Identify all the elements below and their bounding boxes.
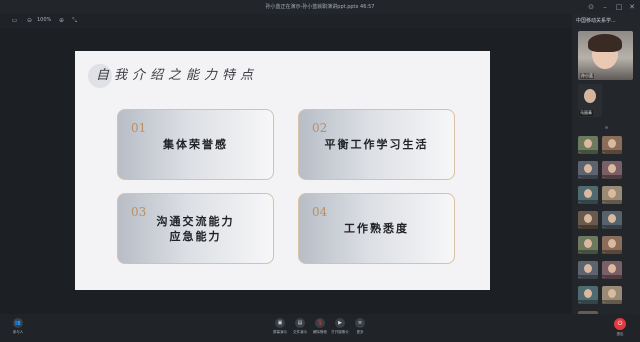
participants-button[interactable]: 👥 参与人 [8,318,28,340]
mic-button[interactable]: 🎙 解除静音 [310,318,330,340]
meeting-app: 孙小蓝正在演示-孙小蓝就职演讲ppt.pptx 46:57 ⊙ – □ ✕ ▭ … [0,0,640,342]
participant-name: ... [602,225,622,229]
button-label: 文件演示 [293,330,307,334]
participants-panel: 中国移动关系学... 孙小蓝 马丽青 .....................… [572,14,640,329]
screen-share-button[interactable]: ▣ 屏幕演示 [270,318,290,340]
screen-share-icon: ▣ [275,318,285,328]
participant-name: ... [602,250,622,254]
button-label: 解除静音 [313,330,327,334]
more-icon: ≡ [355,318,365,328]
participant-name: ... [578,300,598,304]
leave-button[interactable]: ⏻ 退出 [610,318,630,340]
presentation-stage: 自我介绍之能力特点 01 集体荣誉感 02 平衡工作学习生活 03 沟通交流能力… [0,28,572,314]
participant-thumbnail[interactable]: ... [578,211,598,229]
participant-name: 马丽青 [579,110,593,116]
button-label: 更多 [356,330,364,334]
avatar [608,289,616,298]
avatar [608,189,616,198]
participant-thumbnail[interactable]: ... [578,286,598,304]
participant-thumbnail[interactable]: ... [602,286,622,304]
avatar [608,139,616,148]
participant-name: ... [578,225,598,229]
card-02: 02 平衡工作学习生活 [298,109,455,180]
participant-thumbnail[interactable]: ... [602,236,622,254]
card-text: 沟通交流能力 应急能力 [156,214,235,243]
card-text: 平衡工作学习生活 [324,138,429,151]
avatar [584,164,592,173]
participant-name: ... [578,250,598,254]
pin-icon[interactable]: ⊙ [586,2,596,12]
participant-name: ... [602,300,622,304]
participant-name: ... [602,175,622,179]
participant-thumbnail[interactable]: ... [602,261,622,279]
title-bar: 孙小蓝正在演示-孙小蓝就职演讲ppt.pptx 46:57 ⊙ – □ ✕ [0,0,640,14]
slide-title: 自我介绍之能力特点 [96,68,259,83]
card-01: 01 集体荣誉感 [117,109,274,180]
button-label: 打开摄像头 [331,330,349,334]
bottom-bar: 👥 参与人 ▣ 屏幕演示 ▤ 文件演示 🎙 解除静音 ▶ 打开摄像头 ≡ 更多 … [0,314,640,342]
leave-label: 退出 [616,332,624,336]
participant-name: ... [602,275,622,279]
participant-name: ... [578,175,598,179]
participant-name: ... [602,200,622,204]
fit-icon[interactable]: ⤡ [70,16,79,25]
divider [605,126,608,129]
participant-thumbnail[interactable]: ... [602,211,622,229]
avatar [608,214,616,223]
avatar [584,289,592,298]
power-icon: ⏻ [614,318,626,330]
participant-thumbnail[interactable]: ... [602,161,622,179]
participant-name: ... [602,150,622,154]
avatar [608,164,616,173]
slide: 自我介绍之能力特点 01 集体荣誉感 02 平衡工作学习生活 03 沟通交流能力… [75,51,490,290]
main-participant-video[interactable]: 孙小蓝 [578,31,633,80]
participant-name: ... [578,200,598,204]
participant-thumbnail[interactable]: ... [578,261,598,279]
participants-icon: 👥 [13,318,23,328]
minimize-icon[interactable]: – [600,2,610,12]
avatar [584,214,592,223]
meeting-name: 中国移动关系学... [576,18,616,24]
more-button[interactable]: ≡ 更多 [350,318,370,340]
participant-thumbnail[interactable]: ... [578,136,598,154]
participant-thumbnail[interactable]: ... [578,236,598,254]
zoom-level: 100% [37,17,52,23]
file-present-icon: ▤ [295,318,305,328]
participant-name: ... [578,150,598,154]
camera-icon: ▶ [335,318,345,328]
avatar [584,239,592,248]
zoom-out-icon[interactable]: ⊖ [25,16,34,25]
maximize-icon[interactable]: □ [614,2,624,12]
card-text: 集体荣誉感 [163,138,228,151]
participants-label: 参与人 [12,330,24,334]
participant-name: ... [578,275,598,279]
second-participant-video[interactable]: 马丽青 [578,84,602,117]
file-present-button[interactable]: ▤ 文件演示 [290,318,310,340]
zoom-in-icon[interactable]: ⊕ [57,16,66,25]
participant-thumbnail[interactable]: ... [602,136,622,154]
presentation-toolbar: ▭ ⊖ 100% ⊕ ⤡ [0,14,572,28]
close-icon[interactable]: ✕ [627,2,637,12]
card-04: 04 工作熟悉度 [298,193,455,264]
participant-name: 孙小蓝 [580,73,594,79]
mic-icon: 🎙 [315,318,325,328]
camera-button[interactable]: ▶ 打开摄像头 [330,318,350,340]
button-label: 屏幕演示 [273,330,287,334]
avatar [584,264,592,273]
avatar [584,139,592,148]
participant-thumbnail[interactable]: ... [578,161,598,179]
window-layout-icon[interactable]: ▭ [10,16,19,25]
avatar [608,239,616,248]
avatar [584,189,592,198]
participant-thumbnail[interactable]: ... [602,186,622,204]
card-03: 03 沟通交流能力 应急能力 [117,193,274,264]
participant-thumbnail[interactable]: ... [578,186,598,204]
avatar [608,264,616,273]
card-text: 工作熟悉度 [344,222,409,235]
window-title: 孙小蓝正在演示-孙小蓝就职演讲ppt.pptx 46:57 [265,4,375,10]
